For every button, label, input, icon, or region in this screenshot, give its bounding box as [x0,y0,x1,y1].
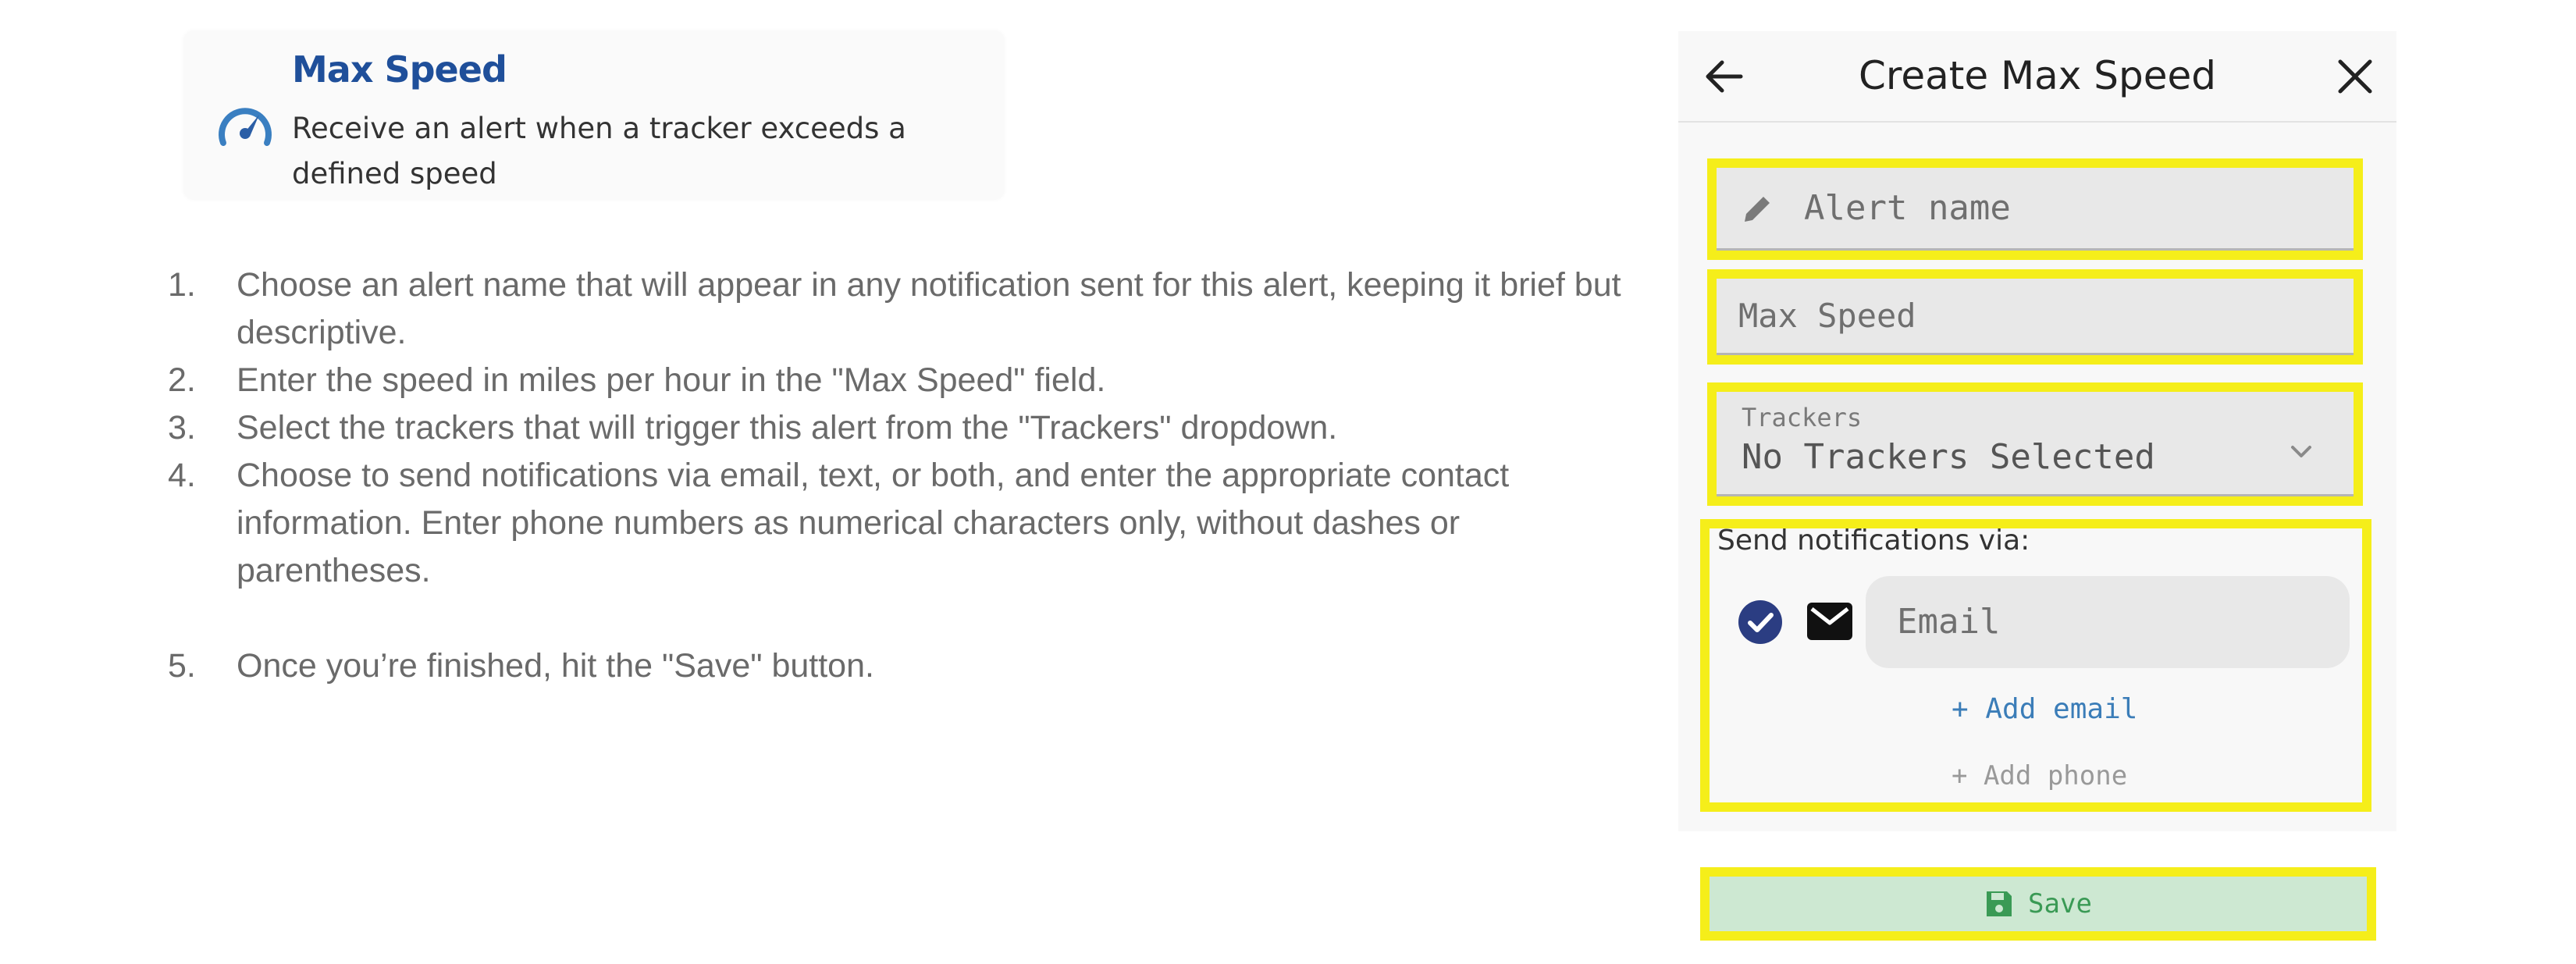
card-title: Max Speed [292,48,507,91]
step-text: Select the trackers that will trigger th… [237,409,1338,446]
max-speed-card: Max Speed Receive an alert when a tracke… [184,31,1004,199]
step-number: 5. [168,647,196,685]
floppy-disk-icon [1987,891,2012,916]
step-number: 4. [168,457,196,494]
envelope-icon [1807,603,1852,640]
step-text: Once you’re finished, hit the "Save" but… [237,647,874,685]
speedometer-icon [219,108,272,146]
trackers-value: No Trackers Selected [1742,437,2155,477]
card-description: Receive an alert when a tracker exceeds … [292,112,906,190]
add-phone-link[interactable]: + Add phone [1952,760,2127,791]
instruction-item: 5. Once you’re finished, hit the "Save" … [168,642,1635,690]
alert-name-field[interactable]: Alert name [1717,168,2354,251]
instruction-item: 2. Enter the speed in miles per hour in … [168,357,1635,404]
instruction-item: 1. Choose an alert name that will appear… [168,261,1635,357]
alert-name-placeholder: Alert name [1804,188,2011,228]
notifications-label: Send notifications via: [1717,525,2030,557]
step-text: Enter the speed in miles per hour in the… [237,361,1106,399]
step-text: Choose to send notifications via email, … [237,457,1510,589]
pencil-icon [1745,197,1770,222]
instruction-item: 4. Choose to send notifications via emai… [168,452,1635,595]
max-speed-field[interactable]: Max Speed [1717,279,2354,355]
trackers-label: Trackers [1742,403,1863,432]
close-icon[interactable] [2336,57,2375,96]
check-circle-icon[interactable] [1737,599,1784,646]
chevron-down-icon[interactable] [2285,435,2318,468]
instruction-item: 3. Select the trackers that will trigger… [168,404,1635,452]
step-number: 3. [168,409,196,446]
instruction-list: 1. Choose an alert name that will appear… [168,261,1635,690]
panel-title: Create Max Speed [1858,53,2217,98]
step-number: 2. [168,361,196,399]
save-button[interactable]: Save [1710,877,2367,931]
max-speed-placeholder: Max Speed [1738,297,1916,335]
trackers-dropdown[interactable]: Trackers No Trackers Selected [1717,392,2354,496]
step-text: Choose an alert name that will appear in… [237,266,1621,351]
add-email-link[interactable]: + Add email [1952,693,2137,725]
save-label: Save [2028,888,2092,920]
panel-header: Create Max Speed [1678,31,2396,123]
step-number: 1. [168,266,196,304]
email-input[interactable]: Email [1866,576,2350,668]
